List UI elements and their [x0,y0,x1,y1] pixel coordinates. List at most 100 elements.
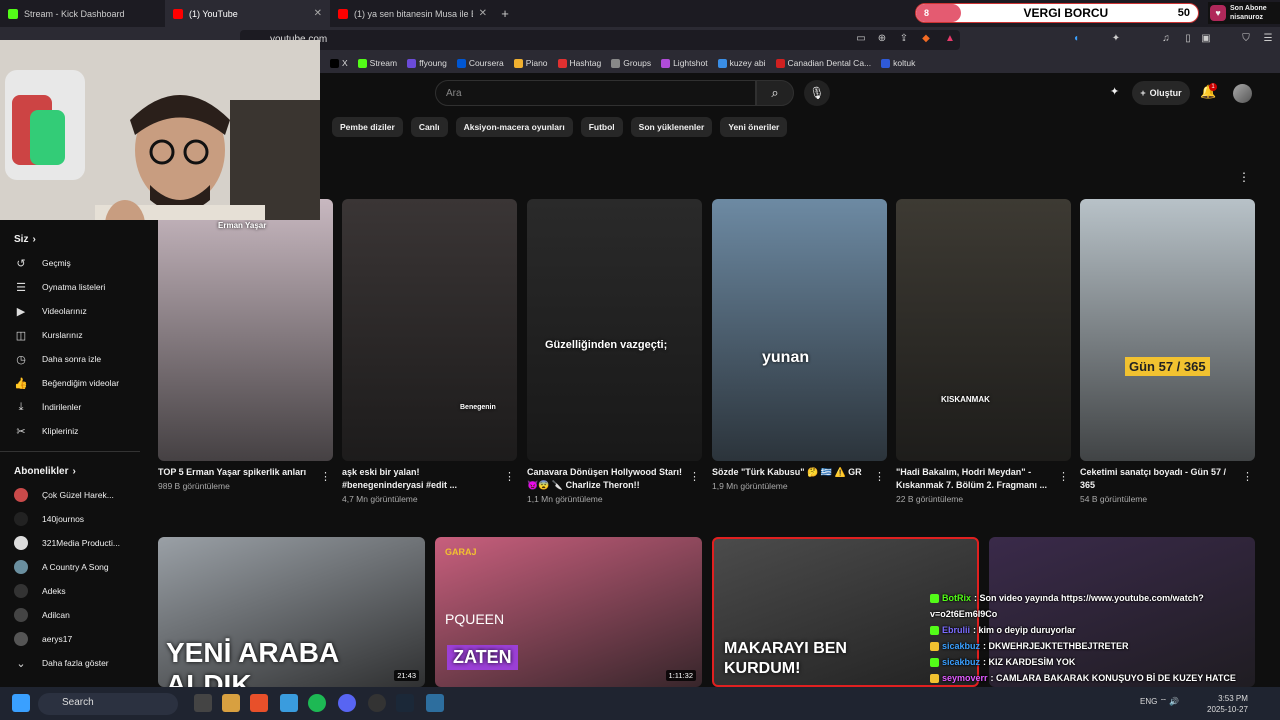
shield-icon[interactable]: ⛉ [1240,33,1252,45]
menu-icon[interactable]: ☰ [1262,33,1274,45]
chat-username[interactable]: sicakbuz [942,638,980,654]
sidebar-you-header[interactable]: Siz › [0,228,150,251]
subscription-item[interactable]: A Country A Song [0,555,150,579]
wifi-icon[interactable]: ⌔ [1160,697,1168,706]
url-field[interactable]: youtube.com [240,30,960,50]
chat-username[interactable]: BotRix [942,590,971,606]
more-options-icon[interactable]: ⋮ [874,470,885,483]
file-explorer-icon[interactable] [222,694,240,712]
short-title[interactable]: aşk eski bir yalan! #benegeninderyasi #e… [342,466,502,492]
sidebar-toggle-icon[interactable]: ▯ [1182,33,1194,45]
bookmark-item[interactable]: Groups [611,58,651,68]
account-avatar[interactable] [1233,84,1252,103]
search-input[interactable]: Ara [435,80,756,106]
subscription-item[interactable]: Çok Güzel Harek... [0,483,150,507]
chat-username[interactable]: Ebrulii [942,622,970,638]
photos-icon[interactable] [280,694,298,712]
tab-kick-dashboard[interactable]: Stream - Kick Dashboard [0,0,165,27]
sidebar-item[interactable]: ◷ Daha sonra izle [0,347,150,371]
short-thumbnail[interactable]: Benegenin [342,199,517,461]
wallet-icon[interactable]: ▣ [1200,33,1212,45]
subscription-item[interactable]: 140journos [0,507,150,531]
brave-browser-icon[interactable] [250,694,268,712]
bookmark-item[interactable]: kuzey abi [717,58,766,68]
language-indicator[interactable]: ENG [1140,697,1157,706]
sidebar-item[interactable]: ▶ Videolarınız [0,299,150,323]
tab-youtube-video[interactable]: (1) ya sen bitanesin Musa ile Buluşma ✕ [330,0,495,27]
share-icon[interactable]: ⇪ [898,33,910,45]
bookmark-item[interactable]: X [330,58,348,68]
subscription-item[interactable]: Adilcan [0,603,150,627]
brave-rewards-icon[interactable]: ▲ [944,33,956,45]
show-more-button[interactable]: ⌄ Daha fazla göster [0,651,150,675]
sidebar-item[interactable]: ⤓ İndirilenler [0,395,150,419]
create-button[interactable]: + Oluştur [1132,81,1190,105]
short-title[interactable]: Canavara Dönüşen Hollywood Starı! 👿😨 🔪 C… [527,466,687,492]
speaker-icon[interactable]: 🔊 [1169,697,1179,706]
cast-icon[interactable]: ✦ [1110,85,1119,98]
more-options-icon[interactable]: ⋮ [504,470,515,483]
spotify-icon[interactable] [308,694,326,712]
filter-chip[interactable]: Yeni öneriler [720,117,788,137]
extension-icon[interactable]: ◖ [1070,33,1082,45]
media-icon[interactable]: ♫ [1160,33,1172,45]
short-thumbnail[interactable]: yunan [712,199,887,461]
bookmark-item[interactable]: Canadian Dental Ca... [775,58,871,68]
filter-chip[interactable]: Aksiyon-macera oyunları [455,117,573,137]
subscription-item[interactable]: 321Media Producti... [0,531,150,555]
brave-shield-icon[interactable]: ◆ [920,33,932,45]
short-title[interactable]: TOP 5 Erman Yaşar spikerlik anları [158,466,318,479]
short-title[interactable]: "Hadi Bakalım, Hodri Meydan" - Kıskanmak… [896,466,1056,492]
short-thumbnail[interactable]: KISKANMAK [896,199,1071,461]
more-options-icon[interactable]: ⋮ [689,470,700,483]
filter-chip[interactable]: Canlı [410,117,448,137]
bookmark-item[interactable]: Stream [357,58,397,68]
calculator-icon[interactable] [426,694,444,712]
filter-chip[interactable]: Pembe diziler [332,117,403,137]
more-options-icon[interactable]: ⋮ [1058,470,1069,483]
tab-youtube[interactable]: (1) YouTube ✕ [165,0,330,27]
extensions-puzzle-icon[interactable]: ✦ [1110,33,1122,45]
subscription-item[interactable]: aerys17 [0,627,150,651]
filter-chip[interactable]: Futbol [580,117,623,137]
chat-username[interactable]: sicakbuz [942,654,980,670]
close-tab-icon[interactable]: ✕ [314,8,322,19]
sidebar-item[interactable]: ◫ Kurslarınız [0,323,150,347]
sidebar-item[interactable]: ☰ Oynatma listeleri [0,275,150,299]
steam-icon[interactable] [396,694,414,712]
windows-start-icon[interactable] [12,694,30,712]
short-title[interactable]: Sözde "Türk Kabusu" 🤔 🇬🇷 ⚠️ GR [712,466,872,479]
short-title[interactable]: Ceketimi sanatçı boyadı - Gün 57 / 365 [1080,466,1240,492]
filter-chip[interactable]: Son yüklenenler [630,117,713,137]
bookmark-item[interactable]: koltuk [881,58,915,68]
search-button[interactable]: ⌕ [756,80,794,106]
task-view-icon[interactable] [194,694,212,712]
obs-icon[interactable] [368,694,386,712]
subscription-item[interactable]: Adeks [0,579,150,603]
cast-icon[interactable]: ▭ [855,33,867,45]
bookmark-item[interactable]: Hashtag [557,58,601,68]
bookmark-item[interactable]: ffyoung [407,58,447,68]
bookmark-item[interactable]: Piano [513,58,548,68]
bookmark-item[interactable]: Coursera [456,58,504,68]
new-tab-button[interactable]: + [495,6,515,21]
sidebar-item[interactable]: 👍 Beğendiğim videolar [0,371,150,395]
sidebar-item[interactable]: ✂ Klipleriniz [0,419,150,443]
video-thumbnail[interactable]: YENİ ARABA ALDIK 21:43 [158,537,425,687]
bookmark-item[interactable]: Lightshot [661,58,708,68]
sidebar-item[interactable]: ↺ Geçmiş [0,251,150,275]
close-tab-icon[interactable]: ✕ [479,8,487,19]
voice-search-button[interactable]: 🎙 [804,80,830,106]
short-thumbnail[interactable]: Erman Yaşar [158,199,333,461]
sidebar-subscriptions-header[interactable]: Abonelikler › [0,460,150,483]
more-options-icon[interactable]: ⋮ [1238,170,1250,184]
zoom-icon[interactable]: ⊕ [876,33,888,45]
taskbar-search[interactable]: Search [38,693,178,715]
more-options-icon[interactable]: ⋮ [1242,470,1253,483]
more-options-icon[interactable]: ⋮ [320,470,331,483]
short-thumbnail[interactable]: Güzelliğinden vazgeçti; [527,199,702,461]
short-thumbnail[interactable]: Gün 57 / 365 [1080,199,1255,461]
video-thumbnail[interactable]: ZATEN GARAJ PQUEEN 1:11:32 [435,537,702,687]
chat-username[interactable]: seymoverr [942,670,988,686]
discord-icon[interactable] [338,694,356,712]
